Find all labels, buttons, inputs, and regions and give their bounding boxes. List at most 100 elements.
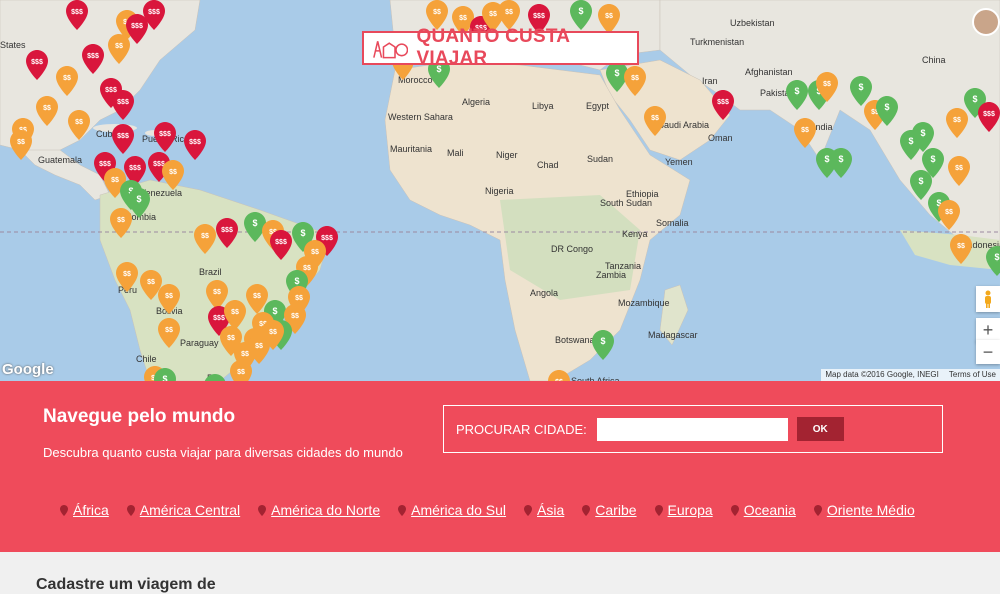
city-price-pin-medium[interactable]: $$ [624,66,646,96]
city-price-pin-expensive[interactable]: $$$ [154,122,176,152]
map-country-label: States [0,40,26,50]
map-country-label: Oman [708,133,733,143]
region-link[interactable]: Europa [668,502,713,518]
map-marker-icon [398,504,407,516]
region-caribe[interactable]: Caribe [582,502,637,518]
svg-text:$$$: $$$ [129,165,141,172]
region-link[interactable]: América do Norte [271,502,380,518]
zoom-in-button[interactable]: + [976,318,1000,342]
region-oceania[interactable]: Oceania [730,502,796,518]
site-logo[interactable]: QUANTO CUSTA VIAJAR [362,26,639,69]
svg-text:$$: $$ [165,293,173,300]
city-price-pin-expensive[interactable]: $$$ [26,50,48,80]
svg-text:$$: $$ [957,243,965,250]
svg-text:$$$: $$$ [148,9,160,16]
region-america-central[interactable]: América Central [126,502,240,518]
svg-text:$: $ [972,94,977,104]
city-search-input[interactable] [596,417,788,441]
zoom-out-button[interactable]: − [976,340,1000,364]
city-price-pin-medium[interactable]: $$ [816,72,838,102]
city-price-pin-medium[interactable]: $$ [158,284,180,314]
region-link[interactable]: América do Sul [411,502,506,518]
city-price-pin-cheap[interactable]: $ [154,368,176,381]
city-price-pin-medium[interactable]: $$ [116,262,138,292]
city-price-pin-medium[interactable]: $$ [948,156,970,186]
city-price-pin-medium[interactable]: $$ [10,130,32,160]
street-view-pegman-icon[interactable] [976,286,1000,312]
city-price-pin-medium[interactable]: $$ [230,360,252,381]
terms-of-use-link[interactable]: Terms of Use [949,370,996,380]
svg-text:$$: $$ [953,117,961,124]
city-price-pin-expensive[interactable]: $$$ [270,230,292,260]
svg-text:$: $ [294,276,299,286]
region-america-norte[interactable]: América do Norte [258,502,380,518]
region-africa[interactable]: África [60,502,109,518]
city-price-pin-expensive[interactable]: $$$ [216,218,238,248]
svg-text:$$$: $$$ [189,139,201,146]
svg-text:$$$: $$$ [717,99,729,106]
region-europa[interactable]: Europa [654,502,713,518]
city-price-pin-cheap[interactable]: $ [876,96,898,126]
city-price-pin-expensive[interactable]: $$$ [82,44,104,74]
city-price-pin-medium[interactable]: $$ [110,208,132,238]
city-price-pin-cheap[interactable]: $ [830,148,852,178]
region-link[interactable]: Oriente Médio [827,502,915,518]
city-price-pin-medium[interactable]: $$ [950,234,972,264]
map-marker-icon [582,504,591,516]
region-oriente-medio[interactable]: Oriente Médio [813,502,915,518]
world-map[interactable]: StatesUzbekistanTurkmenistanChinaItaliAf… [0,0,1000,381]
google-logo: Google [2,361,54,378]
svg-text:$: $ [300,228,305,238]
city-price-pin-medium[interactable]: $$ [194,224,216,254]
map-country-label: Yemen [665,157,693,167]
svg-text:$$: $$ [955,165,963,172]
svg-text:$$: $$ [165,327,173,334]
map-data-credit: Map data ©2016 Google, INEGI [825,370,939,379]
svg-text:$$: $$ [433,9,441,16]
city-price-pin-cheap[interactable]: $ [786,80,808,110]
map-country-label: Iran [702,76,718,86]
city-price-pin-medium[interactable]: $$ [108,34,130,64]
city-price-pin-medium[interactable]: $$ [162,160,184,190]
svg-text:$$$: $$$ [117,133,129,140]
svg-text:$$: $$ [631,75,639,82]
svg-text:$$$: $$$ [131,23,143,30]
map-marker-icon [524,504,533,516]
region-link[interactable]: África [73,502,109,518]
map-country-label: Algeria [462,97,491,107]
region-link[interactable]: América Central [140,502,240,518]
svg-text:$$: $$ [651,115,659,122]
city-price-pin-cheap[interactable]: $ [592,330,614,360]
city-price-pin-expensive[interactable]: $$$ [66,0,88,30]
map-marker-icon [60,504,68,516]
city-price-pin-cheap[interactable]: $ [986,246,1000,276]
svg-text:$$: $$ [111,177,119,184]
region-link[interactable]: Oceania [744,502,796,518]
city-price-pin-expensive[interactable]: $$$ [712,90,734,120]
city-price-pin-expensive[interactable]: $$$ [978,102,1000,132]
map-country-label: Paraguay [180,338,219,348]
search-ok-button[interactable]: OK [796,417,844,441]
city-price-pin-medium[interactable]: $$ [36,96,58,126]
search-label: PROCURAR CIDADE: [456,421,587,437]
city-price-pin-medium[interactable]: $$ [68,110,90,140]
region-america-sul[interactable]: América do Sul [398,502,506,518]
city-price-pin-medium[interactable]: $$ [158,318,180,348]
region-link[interactable]: Caribe [595,502,636,518]
city-price-pin-medium[interactable]: $$ [938,200,960,230]
city-price-pin-expensive[interactable]: $$$ [112,124,134,154]
svg-text:$: $ [578,6,583,16]
region-asia[interactable]: Ásia [524,502,564,518]
svg-text:$$: $$ [255,343,263,350]
region-link[interactable]: Ásia [537,502,564,518]
city-price-pin-medium[interactable]: $$ [794,118,816,148]
svg-text:$$: $$ [213,289,221,296]
city-price-pin-medium[interactable]: $$ [56,66,78,96]
city-price-pin-cheap[interactable]: $ [204,374,226,381]
user-avatar[interactable] [972,8,1000,36]
city-price-pin-expensive[interactable]: $$$ [184,130,206,160]
city-price-pin-expensive[interactable]: $$$ [112,90,134,120]
map-country-label: Botswana [555,335,595,345]
city-price-pin-medium[interactable]: $$ [548,370,570,381]
city-price-pin-medium[interactable]: $$ [644,106,666,136]
